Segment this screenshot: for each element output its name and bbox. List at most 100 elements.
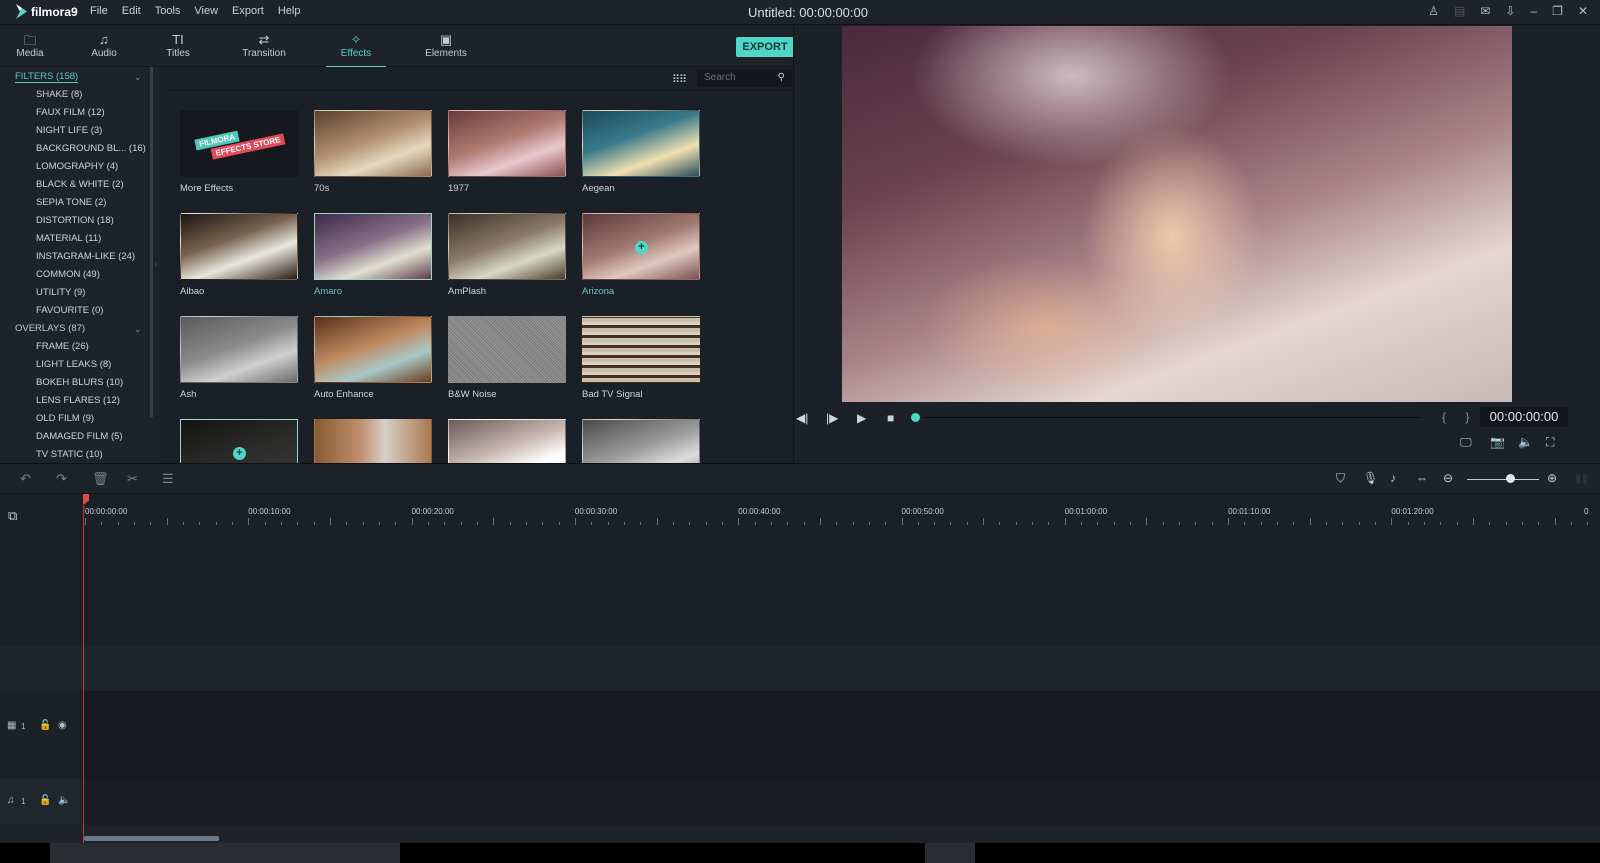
effect-thumbnail[interactable] [314,110,432,177]
chevron-down-icon[interactable]: ⌄ [134,72,142,83]
effect-tile[interactable]: Auto Enhance [314,316,432,400]
audio-track[interactable]: ♫ 1 🔓 🔈 [0,779,1600,825]
cut-icon[interactable]: ✂ [127,471,138,487]
effect-tile[interactable]: + Arizona [582,213,700,297]
delete-icon[interactable]: 🗑 [92,471,109,487]
tab-effects[interactable]: ✧ Effects [326,32,386,68]
grid-view-icon[interactable]: ⠿⠿ [672,73,687,86]
eye-icon[interactable]: ◉ [58,720,67,731]
sidebar-item[interactable]: LIGHT LEAKS (8) [36,359,111,370]
mic-icon[interactable]: 🎙 [1363,471,1378,485]
effect-tile[interactable]: Aegean [582,110,700,194]
marker-icon[interactable]: ⛉ [1336,471,1345,486]
sidebar-item[interactable]: DISTORTION (18) [36,215,114,226]
restore-icon[interactable]: ❐ [1552,4,1563,18]
search-input[interactable]: Search ⚲ [697,70,792,87]
sidebar-item[interactable]: FAVOURITE (0) [36,305,103,316]
effect-tile[interactable]: AmPlash [448,213,566,297]
scrub-bar[interactable] [922,417,1422,418]
account-icon[interactable]: ♙ [1428,4,1439,18]
effect-tile[interactable]: Amaro [314,213,432,297]
menu-edit[interactable]: Edit [122,5,141,17]
timeline-scrollbar[interactable] [84,836,219,841]
effect-thumbnail[interactable] [448,110,566,177]
redo-icon[interactable]: ↷ [56,471,67,487]
play-icon[interactable]: ▶ [857,411,866,425]
video-track[interactable]: ▦ 1 🔓 ◉ [0,691,1600,779]
tab-titles[interactable]: TI Titles [148,32,208,59]
effect-tile[interactable]: 1977 [448,110,566,194]
sidebar-item[interactable]: BOKEH BLURS (10) [36,377,123,388]
scrub-handle[interactable] [911,413,920,422]
display-settings-icon[interactable]: 🖵 [1460,435,1472,450]
add-effect-icon[interactable]: + [635,240,648,254]
volume-icon[interactable]: 🔈 [1518,435,1533,449]
sidebar-item[interactable]: SEPIA TONE (2) [36,197,106,208]
in-out-markers[interactable]: { } [1442,410,1477,424]
menu-view[interactable]: View [194,5,218,17]
effect-thumbnail[interactable] [582,316,700,383]
export-button[interactable]: EXPORT [736,37,794,57]
zoom-slider[interactable] [1467,479,1539,480]
playhead[interactable] [83,505,84,843]
video-preview[interactable] [842,26,1512,402]
sidebar-item[interactable]: SHAKE (8) [36,89,82,100]
effect-thumbnail[interactable] [448,213,566,280]
effect-tile[interactable]: Ash [180,316,298,400]
sidebar-item[interactable]: DAMAGED FILM (5) [36,431,123,442]
effect-tile[interactable]: Bad TV Signal [582,316,700,400]
next-frame-icon[interactable]: |▶ [826,411,838,425]
add-track-icon[interactable]: ⧉ [8,508,17,524]
tab-audio[interactable]: ♫ Audio [74,32,134,59]
effect-tile[interactable]: FILMORA EFFECTS STORE More Effects [180,110,298,194]
sidebar-item[interactable]: LENS FLARES (12) [36,395,120,406]
sidebar-item[interactable]: OLD FILM (9) [36,413,94,424]
effect-tile[interactable]: B&W Noise [448,316,566,400]
fullscreen-icon[interactable]: ⛶ [1546,435,1554,450]
sidebar-group[interactable]: FILTERS (158) [15,71,79,83]
zoom-out-icon[interactable]: ⊖ [1443,471,1453,485]
speaker-icon[interactable]: 🔈 [58,795,70,806]
save-icon[interactable]: ▤ [1454,4,1465,18]
sidebar-item[interactable]: UTILITY (9) [36,287,85,298]
sidebar-item[interactable]: LOMOGRAPHY (4) [36,161,118,172]
search-icon[interactable]: ⚲ [778,72,785,85]
effect-thumbnail[interactable] [314,213,432,280]
effect-thumbnail[interactable]: + [582,213,700,280]
sidebar-item[interactable]: INSTAGRAM-LIKE (24) [36,251,135,262]
effect-tile[interactable]: Aibao [180,213,298,297]
sidebar-item[interactable]: BLACK & WHITE (2) [36,179,124,190]
sidebar-item[interactable]: NIGHT LIFE (3) [36,125,102,136]
effect-thumbnail[interactable] [314,316,432,383]
collapse-sidebar-icon[interactable]: ‹ [155,260,158,269]
zoom-in-icon[interactable]: ⊕ [1547,471,1557,485]
effect-thumbnail[interactable]: FILMORA EFFECTS STORE [180,110,298,177]
menu-help[interactable]: Help [278,5,301,17]
tab-media[interactable]: 🗀 Media [0,32,60,59]
sidebar-item[interactable]: FAUX FILM (12) [36,107,105,118]
download-icon[interactable]: ⇩ [1505,4,1515,18]
fit-icon[interactable]: ⇔ [1416,471,1428,485]
sidebar-item[interactable]: BACKGROUND BL... (16) [36,143,146,154]
effect-thumbnail[interactable] [582,110,700,177]
close-icon[interactable]: ✕ [1578,4,1588,18]
menu-export[interactable]: Export [232,5,264,17]
sidebar-scrollbar[interactable] [150,67,153,417]
add-effect-icon[interactable]: + [233,446,246,460]
tab-transition[interactable]: ⇄ Transition [234,32,294,59]
minimize-icon[interactable]: – [1530,4,1537,18]
tab-elements[interactable]: ▣ Elements [416,32,476,59]
sidebar-item[interactable]: FRAME (26) [36,341,89,352]
panel-toggle-icon[interactable]: ▮▮ [1575,471,1588,485]
menu-file[interactable]: File [90,5,108,17]
stop-icon[interactable]: ■ [887,411,894,425]
sidebar-item[interactable]: COMMON (49) [36,269,100,280]
mail-icon[interactable]: ✉ [1480,4,1490,18]
voiceover-icon[interactable]: ♪ [1390,471,1396,485]
sidebar-group[interactable]: OVERLAYS (87) [15,323,85,334]
effect-thumbnail[interactable] [448,316,566,383]
zoom-slider-handle[interactable] [1506,474,1516,483]
undo-icon[interactable]: ↶ [20,471,31,487]
timeline-ruler[interactable]: 00:00:00:00 00:00:10:00 00:00:20:00 00:00:3… [0,494,1600,529]
sidebar-item[interactable]: TV STATIC (10) [36,449,103,460]
